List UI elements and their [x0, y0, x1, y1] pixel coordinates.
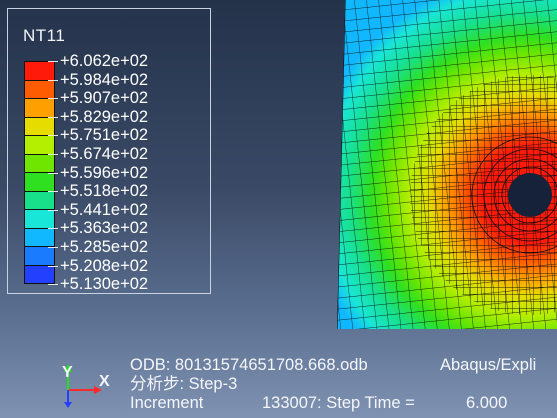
legend-swatch: [25, 80, 54, 99]
step-line: 分析步: Step-3: [130, 375, 238, 393]
increment-label: Increment: [130, 394, 204, 412]
legend-labels: +6.062e+02 +5.984e+02 +5.907e+02 +5.829e…: [47, 52, 210, 294]
view-triad: Y X: [58, 362, 128, 408]
contour-legend: NT11 +6.062e+02 +5.984e+02 +5.907e+02 +5…: [7, 8, 211, 294]
state-block: ODB: 80131574651708.668.odb Abaqus/Expli…: [130, 356, 536, 412]
triad-x-label: X: [99, 373, 110, 390]
legend-label: +5.208e+02: [47, 256, 149, 275]
hole: [508, 173, 552, 217]
legend-label: +5.285e+02: [47, 238, 149, 256]
legend-swatch: [25, 154, 54, 173]
triad-y-label: Y: [62, 364, 73, 381]
legend-label: +5.130e+02: [47, 275, 149, 294]
legend-swatch: [25, 191, 54, 210]
legend-swatch: [25, 228, 54, 247]
legend-swatch: [25, 265, 54, 283]
fe-mesh-contour[interactable]: [330, 0, 557, 329]
legend-label: +5.596e+02: [47, 163, 149, 182]
viewport[interactable]: NT11 +6.062e+02 +5.984e+02 +5.907e+02 +5…: [0, 0, 557, 418]
legend-swatch: [25, 62, 54, 81]
legend-label: +5.441e+02: [47, 200, 149, 219]
legend-swatch: [25, 247, 54, 266]
step-time-value: 6.000: [466, 394, 508, 412]
legend-label: +5.518e+02: [47, 182, 149, 201]
legend-swatch: [25, 210, 54, 229]
legend-label: +5.984e+02: [47, 70, 149, 89]
product-label: Abaqus/Expli: [440, 356, 537, 374]
legend-label: +5.829e+02: [47, 107, 149, 126]
legend-swatch: [25, 99, 54, 118]
legend-label: +6.062e+02: [47, 52, 149, 70]
legend-swatch: [25, 173, 54, 192]
legend-label: +5.674e+02: [47, 145, 149, 163]
odb-line: ODB: 80131574651708.668.odb: [130, 356, 368, 374]
legend-swatch: [25, 117, 54, 136]
increment-value: 133007: Step Time =: [262, 394, 415, 412]
legend-label: +5.751e+02: [47, 126, 149, 145]
legend-label: +5.363e+02: [47, 219, 149, 238]
legend-title: NT11: [23, 26, 66, 45]
legend-label: +5.907e+02: [47, 89, 149, 108]
legend-swatch: [25, 136, 54, 155]
